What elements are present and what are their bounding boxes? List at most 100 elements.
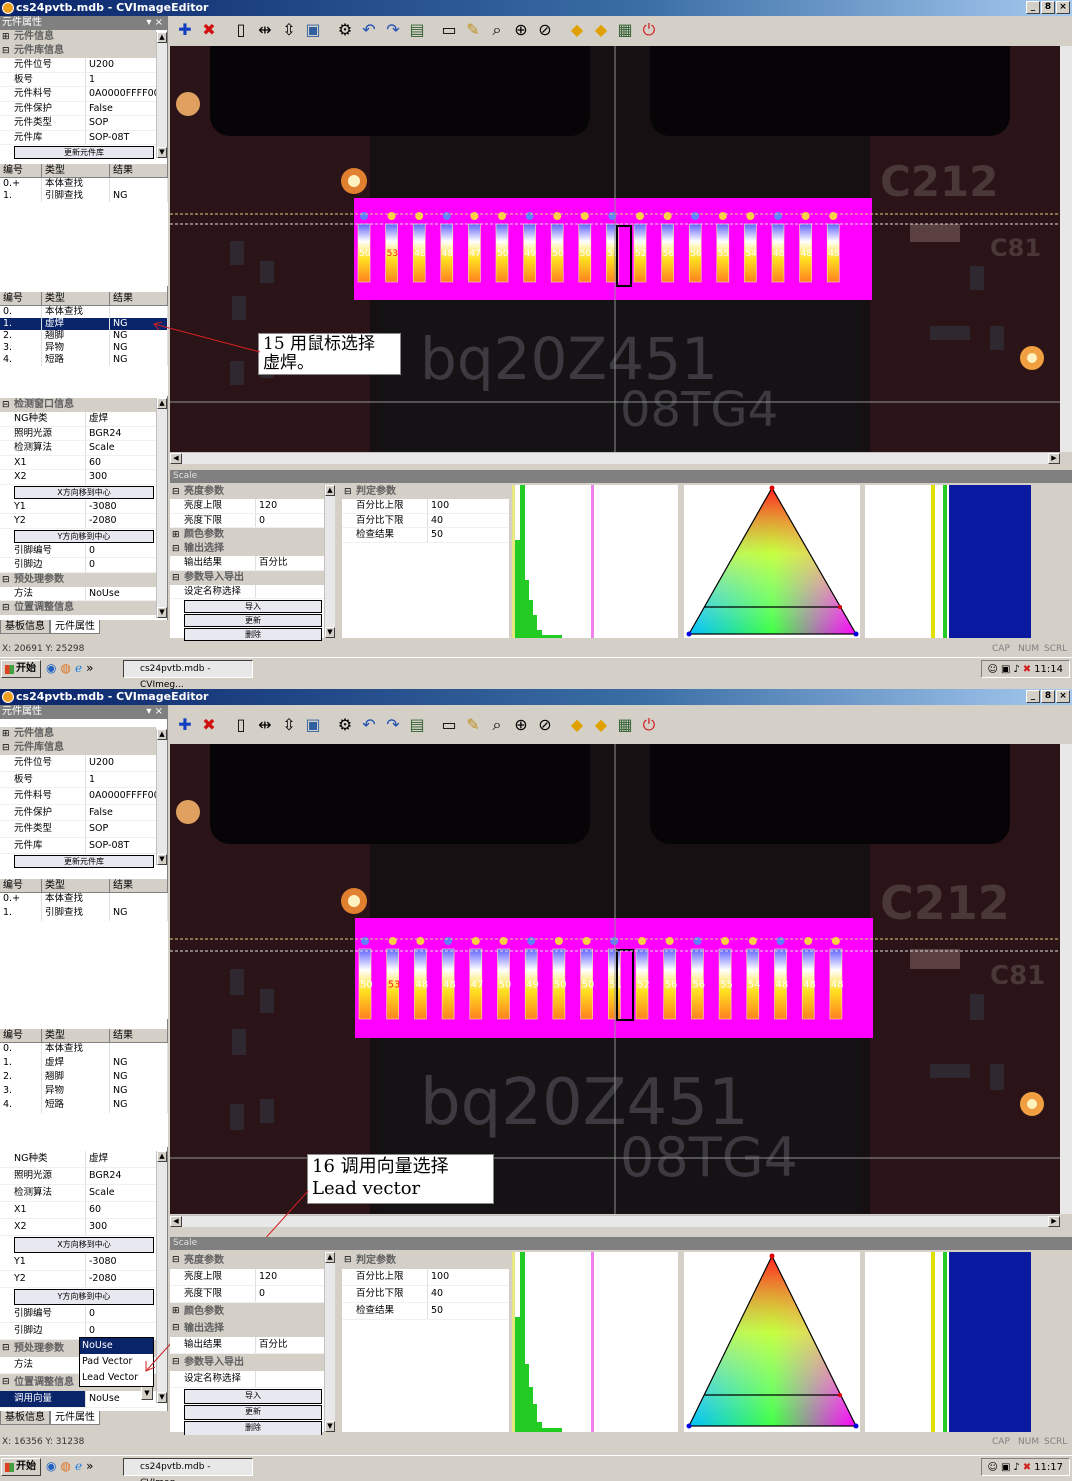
minimize-button[interactable]: _ xyxy=(1026,1,1040,14)
image-icon[interactable]: ▣ xyxy=(302,19,324,41)
section-detect-window[interactable]: 检测窗口信息 xyxy=(0,398,156,412)
tab-component-props[interactable]: 元件属性 xyxy=(50,620,100,634)
browser-icon[interactable]: ◍ xyxy=(60,661,70,675)
close-button[interactable]: × xyxy=(1056,690,1070,703)
prop-row[interactable]: NG种类 虚焊 xyxy=(0,1151,156,1168)
ie-icon[interactable]: ℯ xyxy=(75,661,82,675)
book-icon[interactable]: ▤ xyxy=(406,714,428,736)
delete-icon[interactable]: ✖ xyxy=(198,19,220,41)
dropdown-arrow-icon[interactable]: ▼ xyxy=(141,1386,153,1400)
prop-row[interactable]: 板号 1 xyxy=(0,72,156,87)
prop-row[interactable]: 亮度上限 120 xyxy=(170,499,324,514)
horizontal-scrollbar[interactable]: ◀ ▶ xyxy=(170,452,1060,464)
section-brightness[interactable]: 亮度参数 xyxy=(170,1252,324,1269)
prop-row[interactable]: 亮度下限 0 xyxy=(170,513,324,528)
table-row[interactable]: 0.+ 本体查找 xyxy=(0,178,168,190)
pin-icon[interactable]: ▾ × xyxy=(146,16,163,30)
book-icon[interactable]: ▤ xyxy=(406,19,428,41)
export-icon[interactable]: ▦ xyxy=(614,714,636,736)
zoom-icon[interactable]: ⌕ xyxy=(486,714,508,736)
image-icon[interactable]: ▣ xyxy=(302,714,324,736)
prop-row[interactable]: 元件保护 False xyxy=(0,804,156,821)
table-row[interactable]: 1. 虚焊 NG xyxy=(0,1057,168,1071)
desktop-icon[interactable]: ◉ xyxy=(46,1459,56,1473)
scrollbar[interactable]: ▲ ▼ xyxy=(156,398,167,618)
prop-row[interactable]: 亮度上限 120 xyxy=(170,1269,324,1286)
table-row[interactable]: 0.+ 本体查找 xyxy=(0,893,168,907)
save-icon[interactable]: ▭ xyxy=(438,714,460,736)
table-row-selected[interactable]: 1. 虚焊 NG xyxy=(0,318,168,330)
table-row[interactable]: 4. 短路 NG xyxy=(0,354,168,366)
prop-row[interactable]: X1 60 xyxy=(0,1202,156,1219)
prop-row[interactable]: 引脚边 0 xyxy=(0,558,156,573)
prop-row[interactable]: 百分比上限 100 xyxy=(342,1269,509,1286)
prop-row[interactable]: 检测算法 Scale xyxy=(0,441,156,456)
section-judge[interactable]: 判定参数 xyxy=(342,485,509,499)
volume-icon[interactable]: ♪ xyxy=(1013,1462,1019,1473)
quick-more-icon[interactable]: » xyxy=(86,661,93,675)
arrow-left-icon[interactable]: ◆ xyxy=(566,19,588,41)
power-icon[interactable]: ⏻ xyxy=(638,19,660,41)
section-output[interactable]: 输出选择 xyxy=(170,542,324,556)
prop-row[interactable]: 百分比下限 40 xyxy=(342,1286,509,1303)
prop-row[interactable]: 方法 NoUse xyxy=(0,586,156,601)
save-icon[interactable]: ▭ xyxy=(438,19,460,41)
add-icon[interactable]: ✚ xyxy=(174,19,196,41)
prop-row[interactable]: 引脚编号 0 xyxy=(0,543,156,558)
tab-component-props[interactable]: 元件属性 xyxy=(50,1411,100,1425)
scrollbar[interactable]: ▲ ▼ xyxy=(324,485,335,638)
section-component-info[interactable]: 元件信息 xyxy=(0,30,156,44)
prop-row[interactable]: 元件类型 SOP xyxy=(0,821,156,838)
prop-row[interactable]: 元件位号 U200 xyxy=(0,58,156,73)
network-icon[interactable]: ▣ xyxy=(1001,1462,1010,1473)
vertical-scrollbar[interactable] xyxy=(1060,744,1072,1214)
prop-row[interactable]: 板号 1 xyxy=(0,771,156,788)
table-row[interactable]: 4. 短路 NG xyxy=(0,1099,168,1113)
prop-row[interactable]: X2 300 xyxy=(0,470,156,485)
section-import-export[interactable]: 参数导入导出 xyxy=(170,570,324,585)
zoom-fit-icon[interactable]: ⊘ xyxy=(534,19,556,41)
settings-icon[interactable]: ⚙ xyxy=(334,19,356,41)
section-library-info[interactable]: 元件库信息 xyxy=(0,44,156,58)
ie-icon[interactable]: ℯ xyxy=(75,1459,82,1473)
table-row[interactable]: 2. 翘脚 NG xyxy=(0,1071,168,1085)
section-import-export[interactable]: 参数导入导出 xyxy=(170,1354,324,1371)
prop-row[interactable]: X2 300 xyxy=(0,1219,156,1236)
prop-row[interactable]: 元件库 SOP-08T xyxy=(0,837,156,854)
section-component-info[interactable]: 元件信息 xyxy=(0,727,156,741)
arrow-right-icon[interactable]: ◆ xyxy=(590,714,612,736)
table-row[interactable]: 0. 本体查找 xyxy=(0,1043,168,1057)
start-button[interactable]: 开始 xyxy=(1,1458,41,1476)
zoom-icon[interactable]: ⌕ xyxy=(486,19,508,41)
prop-row[interactable]: 元件料号0A0000FFFF000 xyxy=(0,87,156,102)
prop-row[interactable]: Y2 -2080 xyxy=(0,1271,156,1288)
delete-button[interactable]: 删除 xyxy=(184,1421,322,1436)
maximize-button[interactable]: 8 xyxy=(1041,690,1055,703)
section-color[interactable]: 颜色参数 xyxy=(170,528,324,542)
section-color[interactable]: 颜色参数 xyxy=(170,1303,324,1320)
zoom-in-icon[interactable]: ⊕ xyxy=(510,19,532,41)
minimize-button[interactable]: _ xyxy=(1026,690,1040,703)
x-center-button[interactable]: X方向移到中心 xyxy=(14,485,154,499)
prop-row[interactable]: 百分比上限 100 xyxy=(342,499,509,514)
taskbar-app-button[interactable]: cs24pvtb.mdb - CVImeg... xyxy=(123,660,253,689)
fit-height-icon[interactable]: ⇳ xyxy=(278,714,300,736)
fit-width-icon[interactable]: ⇹ xyxy=(254,714,276,736)
arrow-left-icon[interactable]: ◆ xyxy=(566,714,588,736)
delete-icon[interactable]: ✖ xyxy=(198,714,220,736)
prop-row[interactable]: 照明光源 BGR24 xyxy=(0,426,156,441)
tab-board-info[interactable]: 基板信息 xyxy=(0,620,50,634)
fit-height-icon[interactable]: ⇳ xyxy=(278,19,300,41)
pin-icon[interactable]: ▾ × xyxy=(146,705,163,719)
quick-more-icon[interactable]: » xyxy=(86,1459,93,1473)
section-brightness[interactable]: 亮度参数 xyxy=(170,485,324,499)
image-viewport[interactable]: C212 C81 bq20Z451 08TG4 50 53 48 48 47 50 49 50… xyxy=(170,46,1060,452)
table-row[interactable]: 0. 本体查找 xyxy=(0,306,168,318)
desktop-icon[interactable]: ◉ xyxy=(46,661,56,675)
fit-width-icon[interactable]: ⇹ xyxy=(254,19,276,41)
arrow-right-icon[interactable]: ◆ xyxy=(590,19,612,41)
table-row[interactable]: 3. 异物 NG xyxy=(0,1085,168,1099)
x-center-button[interactable]: X方向移到中心 xyxy=(14,1237,154,1253)
redo-icon[interactable]: ↷ xyxy=(382,19,404,41)
taskbar-app-button[interactable]: cs24pvtb.mdb - CVImeg... xyxy=(123,1458,253,1481)
